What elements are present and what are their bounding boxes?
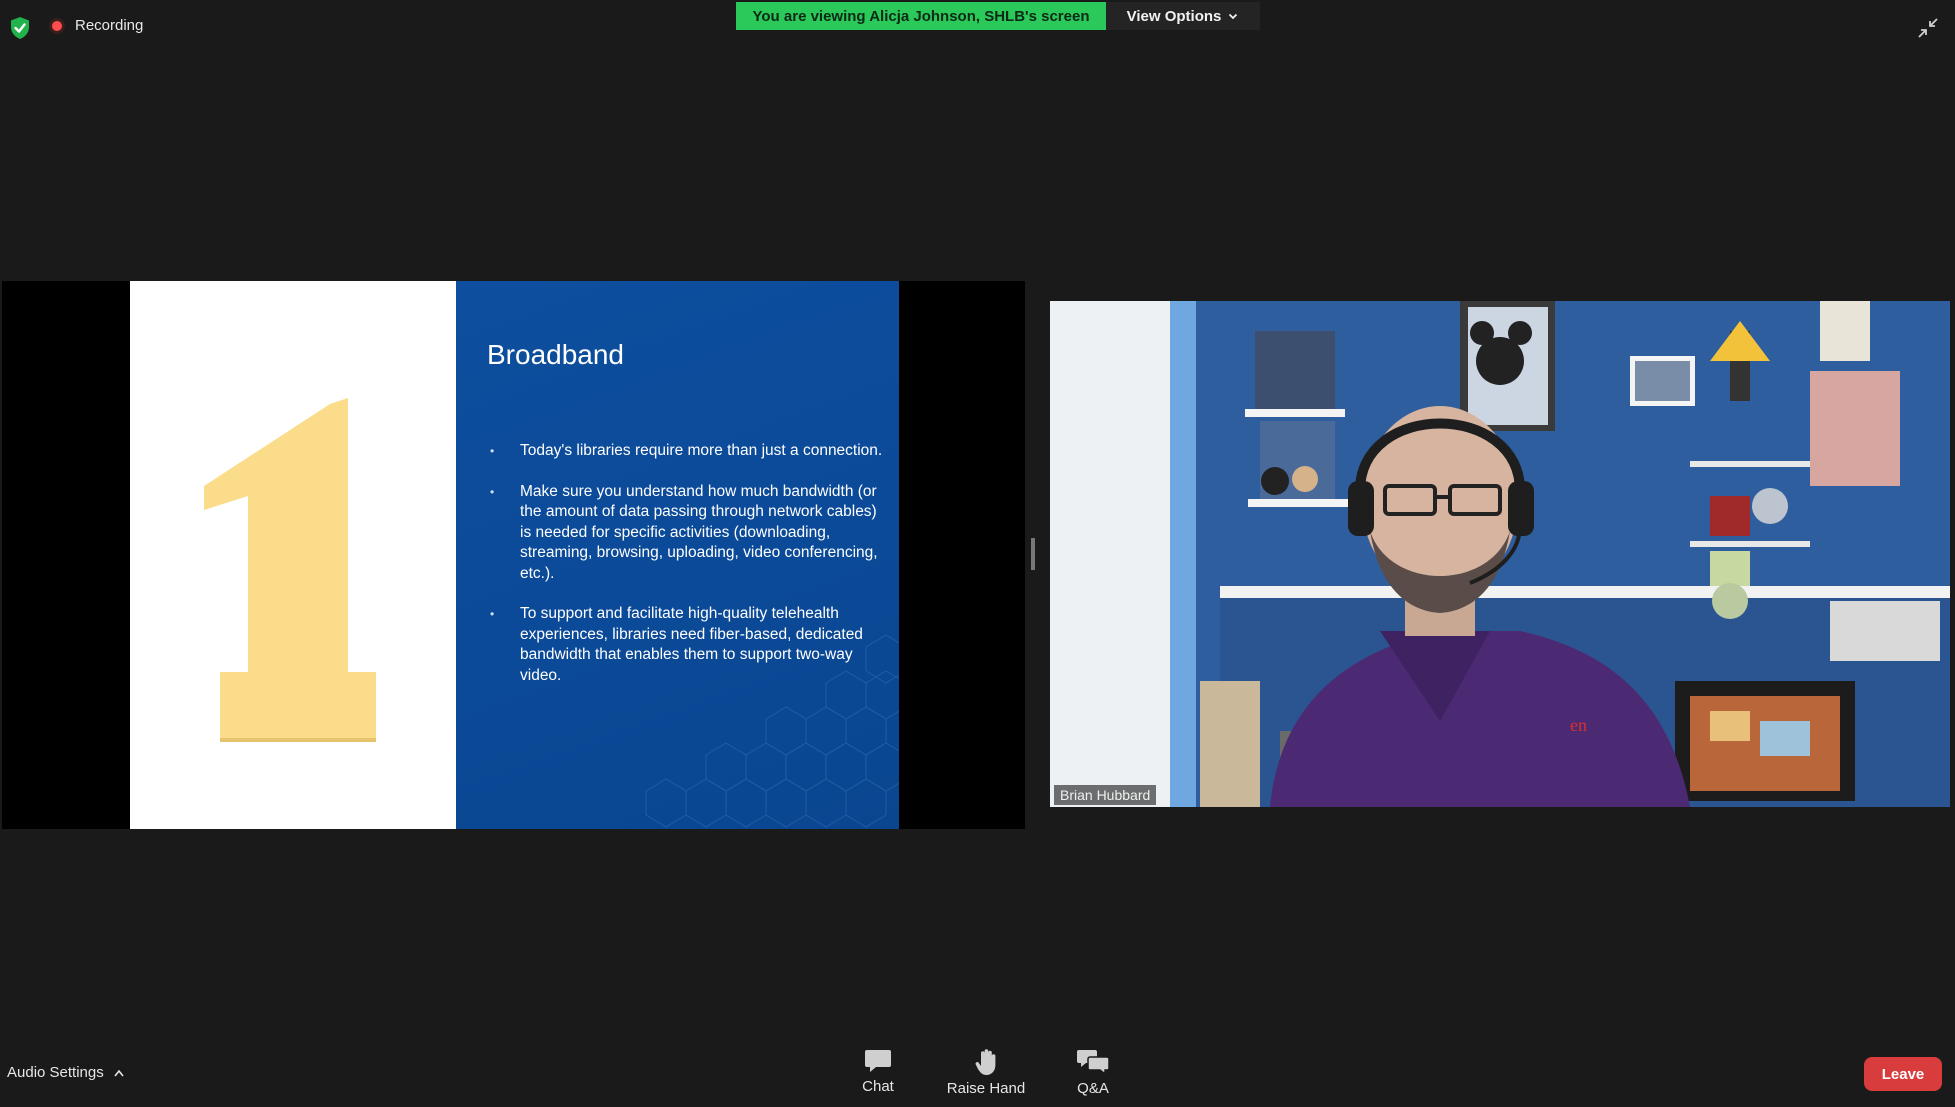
- qa-bubbles-icon: [1077, 1050, 1109, 1076]
- chat-bubble-icon: [865, 1050, 891, 1072]
- slide-bullet: Make sure you understand how much bandwi…: [490, 482, 890, 585]
- svg-text:en: en: [1570, 715, 1587, 735]
- view-options-label: View Options: [1126, 7, 1222, 25]
- participant-name-tag: Brian Hubbard: [1054, 785, 1157, 805]
- speaker-video-tile[interactable]: en Brian Hubbard: [1050, 301, 1950, 807]
- zoom-meeting-window: Recording You are viewing Alicja Johnson…: [0, 0, 1955, 1107]
- slide-bullet-list: Today's libraries require more than just…: [490, 441, 890, 706]
- audio-settings-label: Audio Settings: [7, 1064, 104, 1081]
- speaker-video-feed: en: [1050, 301, 1950, 807]
- shared-screen[interactable]: Broadband Today's libraries require more…: [2, 281, 1025, 829]
- slide-number-panel: [130, 281, 456, 829]
- slide-content-panel: Broadband Today's libraries require more…: [456, 281, 899, 829]
- chat-button[interactable]: Chat: [833, 1048, 923, 1095]
- shield-check-icon[interactable]: [9, 16, 31, 40]
- recording-indicator[interactable]: Recording: [49, 17, 143, 34]
- hand-icon: [975, 1049, 996, 1075]
- viewing-screen-banner: You are viewing Alicja Johnson, SHLB's s…: [736, 2, 1106, 30]
- view-options-button[interactable]: View Options: [1106, 2, 1260, 30]
- chevron-down-icon: [1229, 13, 1238, 20]
- slide-bullet: To support and facilitate high-quality t…: [490, 604, 890, 686]
- layout-splitter-handle[interactable]: [1031, 538, 1035, 570]
- qa-button[interactable]: Q&A: [1048, 1048, 1138, 1097]
- raise-hand-label: Raise Hand: [946, 1080, 1026, 1097]
- qa-label: Q&A: [1077, 1080, 1109, 1097]
- slide-title: Broadband: [487, 339, 625, 370]
- slide-bullet: Today's libraries require more than just…: [490, 441, 890, 462]
- slide-number-graphic: [204, 398, 376, 742]
- chevron-up-icon: [114, 1069, 124, 1076]
- raise-hand-button[interactable]: Raise Hand: [941, 1048, 1031, 1097]
- presentation-slide: Broadband Today's libraries require more…: [130, 281, 899, 829]
- audio-settings-button[interactable]: Audio Settings: [7, 1064, 124, 1081]
- leave-button[interactable]: Leave: [1864, 1057, 1942, 1091]
- recording-dot-icon: [49, 17, 65, 34]
- chat-label: Chat: [862, 1078, 894, 1095]
- exit-fullscreen-icon[interactable]: [1917, 17, 1939, 39]
- recording-label: Recording: [75, 17, 144, 34]
